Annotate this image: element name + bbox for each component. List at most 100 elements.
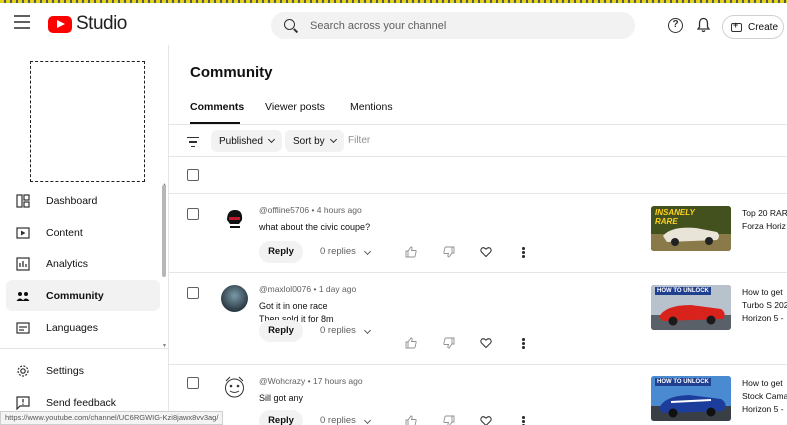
main-content: Community Comments Viewer posts Mentions… xyxy=(169,45,787,425)
sidebar-item-label: Languages xyxy=(46,321,98,334)
content-icon xyxy=(16,226,30,239)
video-title-line: Horizon 5 - xyxy=(742,404,784,414)
video-title-line: Horizon 5 - xyxy=(742,313,784,323)
chevron-down-icon xyxy=(329,135,337,144)
replies-count: 0 replies xyxy=(320,325,356,336)
studio-logo[interactable]: Studio xyxy=(48,13,127,35)
video-thumbnail[interactable]: HOW TO UNLOCK xyxy=(651,376,731,421)
more-options-icon[interactable] xyxy=(522,247,526,259)
chip-label: Published xyxy=(219,135,263,147)
reply-button[interactable]: Reply xyxy=(259,410,303,425)
replies-count: 0 replies xyxy=(320,415,356,425)
published-filter-chip[interactable]: Published xyxy=(211,130,282,152)
select-all-checkbox[interactable] xyxy=(187,169,199,181)
heart-icon[interactable] xyxy=(480,337,492,349)
thumbs-up-icon[interactable] xyxy=(405,337,417,349)
sidebar-item-label: Content xyxy=(46,226,83,239)
create-video-icon xyxy=(731,20,742,32)
gear-icon xyxy=(17,364,29,377)
filter-input[interactable]: Filter xyxy=(348,135,370,146)
sidebar-item-label: Community xyxy=(46,289,104,302)
sidebar-item-content[interactable]: Content xyxy=(6,217,160,248)
video-title-line: Top 20 RAR xyxy=(742,208,787,218)
tab-mentions[interactable]: Mentions xyxy=(350,101,393,113)
comment-text: what about the civic coupe? xyxy=(259,221,370,234)
comment-line: Sill got any xyxy=(259,393,304,403)
reply-button[interactable]: Reply xyxy=(259,320,303,342)
avatar[interactable] xyxy=(221,206,248,233)
tab-comments[interactable]: Comments xyxy=(190,101,244,113)
thumbnail-text: HOW TO UNLOCK xyxy=(655,378,711,386)
hamburger-menu-icon[interactable] xyxy=(14,15,30,29)
dashboard-icon xyxy=(16,193,30,208)
tab-viewer-posts[interactable]: Viewer posts xyxy=(265,101,325,113)
filter-bar: Published Sort by Filter xyxy=(169,129,787,157)
community-icon xyxy=(16,291,30,301)
reply-button[interactable]: Reply xyxy=(259,241,303,263)
video-title[interactable]: Top 20 RAR Forza Horiz xyxy=(742,207,787,233)
comment-checkbox[interactable] xyxy=(187,377,199,389)
thumbs-down-icon[interactable] xyxy=(443,415,455,425)
comment-line: Got it in one race xyxy=(259,301,328,311)
search-bar[interactable] xyxy=(271,12,635,39)
logo-text: Studio xyxy=(76,13,127,34)
video-title[interactable]: How to get Stock Cama Horizon 5 - xyxy=(742,377,787,416)
video-title-line: Turbo S 202 xyxy=(742,300,787,310)
heart-icon[interactable] xyxy=(480,415,492,425)
search-icon[interactable] xyxy=(284,18,298,33)
replies-count: 0 replies xyxy=(320,246,356,257)
video-title-line: How to get xyxy=(742,287,783,297)
comment-line: what about the civic coupe? xyxy=(259,222,371,232)
comment-row: @offline5706 • 4 hours ago what about th… xyxy=(169,194,787,272)
more-options-icon[interactable] xyxy=(522,416,526,425)
sidebar-item-label: Analytics xyxy=(46,257,89,270)
thumbs-down-icon[interactable] xyxy=(443,337,455,349)
sidebar-item-languages[interactable]: Languages xyxy=(6,312,160,343)
comment-text: Sill got any xyxy=(259,392,303,405)
comment-time: 4 hours ago xyxy=(316,205,362,215)
heart-icon[interactable] xyxy=(480,246,492,258)
avatar[interactable] xyxy=(221,375,248,402)
search-input[interactable] xyxy=(310,19,610,32)
video-thumbnail[interactable]: INSANELY RARE xyxy=(651,206,731,251)
sidebar: Dashboard Content Analytics Community La… xyxy=(0,45,169,425)
sidebar-scrollbar[interactable] xyxy=(162,185,166,277)
sidebar-item-label: Dashboard xyxy=(46,194,98,207)
comment-checkbox[interactable] xyxy=(187,287,199,299)
sidebar-item-label: Settings xyxy=(46,364,84,377)
sidebar-item-community[interactable]: Community xyxy=(6,280,160,311)
thumbnail-text: HOW TO UNLOCK xyxy=(655,287,711,295)
thumbs-up-icon[interactable] xyxy=(405,415,417,425)
comment-author[interactable]: @Wohcrazy xyxy=(259,376,305,386)
video-title-line: How to get xyxy=(742,378,783,388)
top-header: Studio ? Create xyxy=(0,3,787,45)
replies-toggle[interactable]: 0 replies xyxy=(320,325,371,336)
sidebar-item-dashboard[interactable]: Dashboard xyxy=(6,185,160,216)
comment-meta: @maxlol0076 • 1 day ago xyxy=(259,284,356,294)
create-button[interactable]: Create xyxy=(722,15,784,39)
more-options-icon[interactable] xyxy=(522,338,526,350)
comment-author[interactable]: @offline5706 xyxy=(259,205,309,215)
sidebar-item-settings[interactable]: Settings xyxy=(6,355,160,386)
filter-icon[interactable] xyxy=(187,137,199,147)
channel-avatar-placeholder[interactable] xyxy=(30,61,145,182)
replies-toggle[interactable]: 0 replies xyxy=(320,415,371,425)
filter-divider xyxy=(169,156,787,157)
chevron-down-icon xyxy=(267,135,275,144)
video-thumbnail[interactable]: HOW TO UNLOCK xyxy=(651,285,731,330)
bell-icon[interactable] xyxy=(697,17,710,33)
comment-author[interactable]: @maxlol0076 xyxy=(259,284,311,294)
create-label: Create xyxy=(748,21,779,33)
comment-checkbox[interactable] xyxy=(187,208,199,220)
sort-by-chip[interactable]: Sort by xyxy=(285,130,344,152)
comment-time: 17 hours ago xyxy=(312,376,363,386)
help-icon[interactable]: ? xyxy=(668,18,683,33)
video-title[interactable]: How to get Turbo S 202 Horizon 5 - xyxy=(742,286,787,325)
replies-toggle[interactable]: 0 replies xyxy=(320,246,371,257)
video-title-line: Forza Horiz xyxy=(742,221,786,231)
comment-meta: @Wohcrazy • 17 hours ago xyxy=(259,376,363,386)
thumbs-down-icon[interactable] xyxy=(443,246,455,258)
avatar[interactable] xyxy=(221,285,248,312)
thumbs-up-icon[interactable] xyxy=(405,246,417,258)
sidebar-item-analytics[interactable]: Analytics xyxy=(6,248,160,279)
